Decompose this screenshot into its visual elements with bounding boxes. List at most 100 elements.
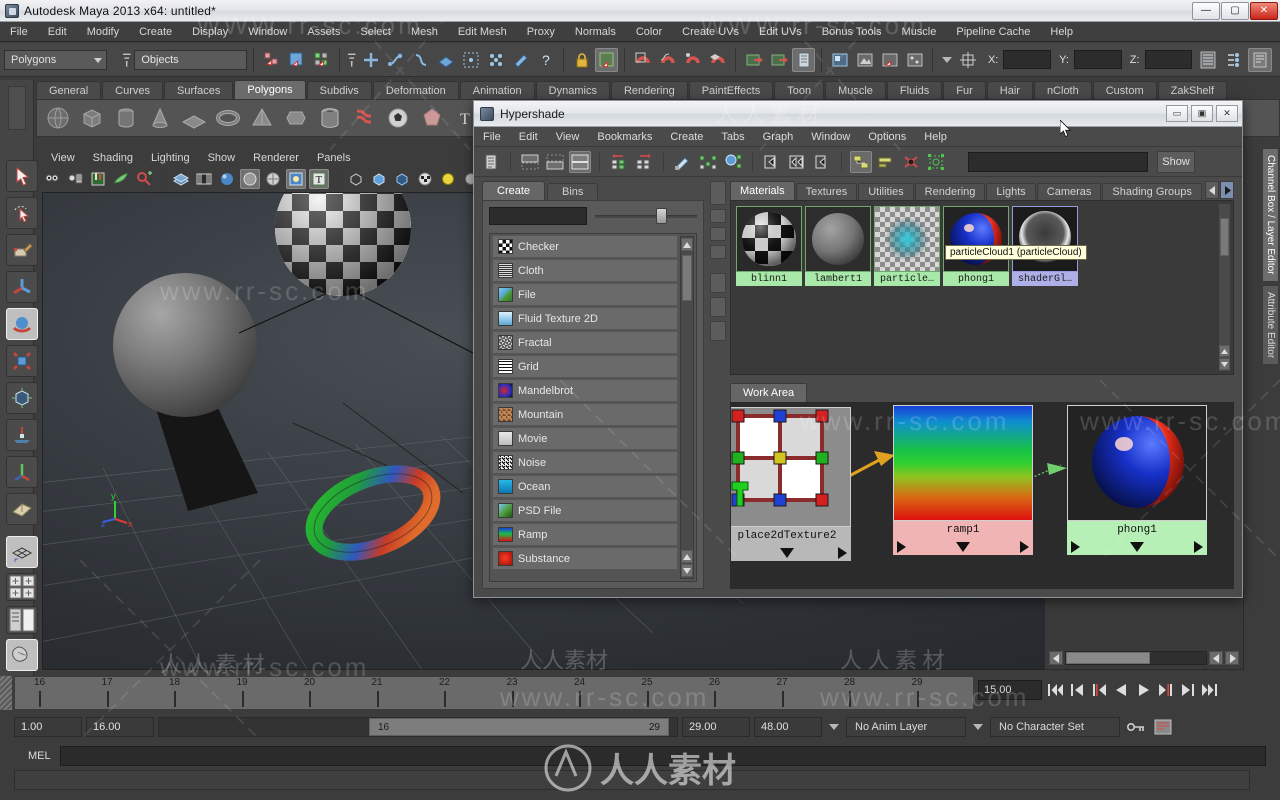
- render-current-frame-icon[interactable]: [595, 47, 619, 72]
- shelf-tab-dynamics[interactable]: Dynamics: [535, 81, 610, 99]
- xray-active-comps-icon[interactable]: [392, 169, 412, 189]
- viewport-menu-panels[interactable]: Panels: [308, 150, 360, 166]
- hypershade-menu-graph[interactable]: Graph: [754, 127, 803, 147]
- swatch-size-slider[interactable]: [595, 207, 697, 225]
- layout-single-perspective-icon[interactable]: [6, 536, 38, 568]
- hypershade-show-top-tabs-icon[interactable]: [480, 151, 502, 173]
- select-hierarchy-icon[interactable]: [260, 48, 283, 72]
- transform-gizmo-icon[interactable]: [957, 48, 980, 72]
- menu-item-edit[interactable]: Edit: [38, 22, 77, 42]
- dock-button-7[interactable]: [710, 321, 726, 341]
- selection-field[interactable]: Objects: [134, 49, 248, 70]
- shelf-tab-surfaces[interactable]: Surfaces: [163, 81, 234, 99]
- show-channel-box-icon[interactable]: [1196, 48, 1220, 72]
- menu-item-select[interactable]: Select: [350, 22, 401, 42]
- x-coordinate-input[interactable]: [1003, 50, 1052, 69]
- node-output-arrow-icon[interactable]: [838, 546, 847, 559]
- blinn-preview-icon[interactable]: [736, 206, 802, 272]
- close-button[interactable]: ✕: [1250, 1, 1278, 20]
- poly-platonic-icon[interactable]: [417, 103, 447, 133]
- material-swatch[interactable]: particle…: [874, 206, 940, 286]
- create-node-item[interactable]: Ocean: [492, 475, 678, 498]
- construction-history-icon[interactable]: [792, 47, 816, 72]
- material-swatch-pane[interactable]: blinn1 lambert1 particle… phong1 shaderG…: [730, 200, 1234, 375]
- play-backwards-button[interactable]: [1112, 681, 1130, 699]
- delete-unused-nodes-icon[interactable]: [672, 151, 694, 173]
- snap-to-curve-icon[interactable]: [385, 48, 408, 72]
- tool-universal-manip-icon[interactable]: [6, 382, 38, 414]
- poly-helix-icon[interactable]: [349, 103, 379, 133]
- hypershade-minimize-button[interactable]: ▭: [1166, 105, 1188, 122]
- input-connections-graph-icon[interactable]: [761, 151, 783, 173]
- hscroll-prev-arrow[interactable]: [1209, 651, 1223, 665]
- create-node-item[interactable]: Fractal: [492, 331, 678, 354]
- layout-top-only-icon[interactable]: [519, 151, 541, 173]
- create-node-item[interactable]: Ramp: [492, 523, 678, 546]
- show-tool-settings-icon[interactable]: [1248, 47, 1273, 72]
- node-output-arrow-icon-3[interactable]: [1194, 540, 1203, 553]
- menu-item-normals[interactable]: Normals: [565, 22, 626, 42]
- viewport-menu-show[interactable]: Show: [199, 150, 245, 166]
- layout-bottom-only-icon[interactable]: [544, 151, 566, 173]
- channel-box-panel[interactable]: [1044, 590, 1244, 670]
- particleCloud-preview-icon[interactable]: [874, 206, 940, 272]
- create-node-item[interactable]: Mandelbrot: [492, 379, 678, 402]
- image-plane-icon[interactable]: [111, 169, 131, 189]
- menu-set-selector[interactable]: Polygons: [4, 49, 108, 70]
- work-area-canvas[interactable]: place2dTexture2 ramp1 phong1: [730, 402, 1234, 589]
- material-tab-rendering[interactable]: Rendering: [914, 183, 986, 200]
- poly-soccerball-icon[interactable]: [383, 103, 413, 133]
- menu-item-help[interactable]: Help: [1040, 22, 1083, 42]
- create-node-item[interactable]: Movie: [492, 427, 678, 450]
- layout-split-icon[interactable]: [569, 150, 591, 173]
- snap-to-point-icon[interactable]: [410, 48, 433, 72]
- bookmark-icon[interactable]: [88, 169, 108, 189]
- current-time-field[interactable]: 15.00: [978, 680, 1042, 700]
- work-node-phong1[interactable]: phong1: [1067, 405, 1207, 555]
- swatch-scrollbar-thumb[interactable]: [1220, 218, 1229, 256]
- tool-scale-icon[interactable]: [6, 345, 38, 377]
- shelf-tab-hair[interactable]: Hair: [986, 81, 1033, 99]
- poly-torus-icon[interactable]: [213, 103, 243, 133]
- character-set-chevron-icon[interactable]: [973, 724, 983, 730]
- layout-four-view-icon[interactable]: [6, 573, 38, 601]
- work-node-place2dtexture[interactable]: place2dTexture2: [731, 407, 851, 561]
- chevron-down-icon-2[interactable]: [941, 56, 952, 63]
- render-globals-icon[interactable]: [903, 48, 926, 72]
- scroll-up-arrow[interactable]: [681, 238, 693, 251]
- tool-select-icon[interactable]: [6, 160, 38, 192]
- timeline-grip[interactable]: [0, 676, 12, 710]
- lock-icon[interactable]: [570, 48, 593, 72]
- input-output-connections-icon[interactable]: [786, 151, 808, 173]
- grid-display-icon[interactable]: [171, 169, 191, 189]
- time-slider[interactable]: 16 17 18 19 20 21 22 23 24 25 26 27 28 29: [14, 676, 974, 710]
- delete-node-icon[interactable]: [900, 151, 922, 173]
- animation-end-time[interactable]: 48.00: [754, 717, 822, 737]
- hypershade-tab-bins[interactable]: Bins: [547, 183, 599, 200]
- dock-button-5[interactable]: [710, 273, 726, 293]
- tab-scroll-right-button[interactable]: [1220, 181, 1234, 199]
- shelf-tab-animation[interactable]: Animation: [459, 81, 535, 99]
- tab-work-area[interactable]: Work Area: [730, 383, 808, 402]
- step-forward-button[interactable]: [1178, 681, 1196, 699]
- auto-keyframe-icon[interactable]: [1124, 717, 1148, 737]
- material-tab-lights[interactable]: Lights: [986, 183, 1036, 200]
- create-node-item[interactable]: Fluid Texture 2D: [492, 307, 678, 330]
- minimize-button[interactable]: —: [1192, 1, 1220, 20]
- hypershade-close-button[interactable]: ✕: [1216, 105, 1238, 122]
- xray-text-icon[interactable]: T: [309, 169, 329, 189]
- snap-to-view-plane-icon[interactable]: [459, 48, 482, 72]
- shelf-tab-fluids[interactable]: Fluids: [886, 81, 943, 99]
- shelf-tab-subdivs[interactable]: Subdivs: [306, 81, 372, 99]
- menu-item-edit-uvs[interactable]: Edit UVs: [749, 22, 812, 42]
- input-connections-icon[interactable]: [742, 48, 765, 72]
- clear-graph-icon[interactable]: [608, 151, 630, 173]
- tool-last-used-icon[interactable]: [6, 493, 38, 525]
- poly-prism-icon[interactable]: [281, 103, 311, 133]
- swatch-pane-scrollbar[interactable]: [1218, 203, 1231, 372]
- layout-hypershade-persp-icon[interactable]: [6, 639, 38, 671]
- tab-scroll-left-button[interactable]: [1205, 181, 1219, 199]
- material-tab-utilities[interactable]: Utilities: [858, 183, 914, 200]
- menu-item-modify[interactable]: Modify: [77, 22, 129, 42]
- create-list-scrollbar[interactable]: [680, 236, 694, 579]
